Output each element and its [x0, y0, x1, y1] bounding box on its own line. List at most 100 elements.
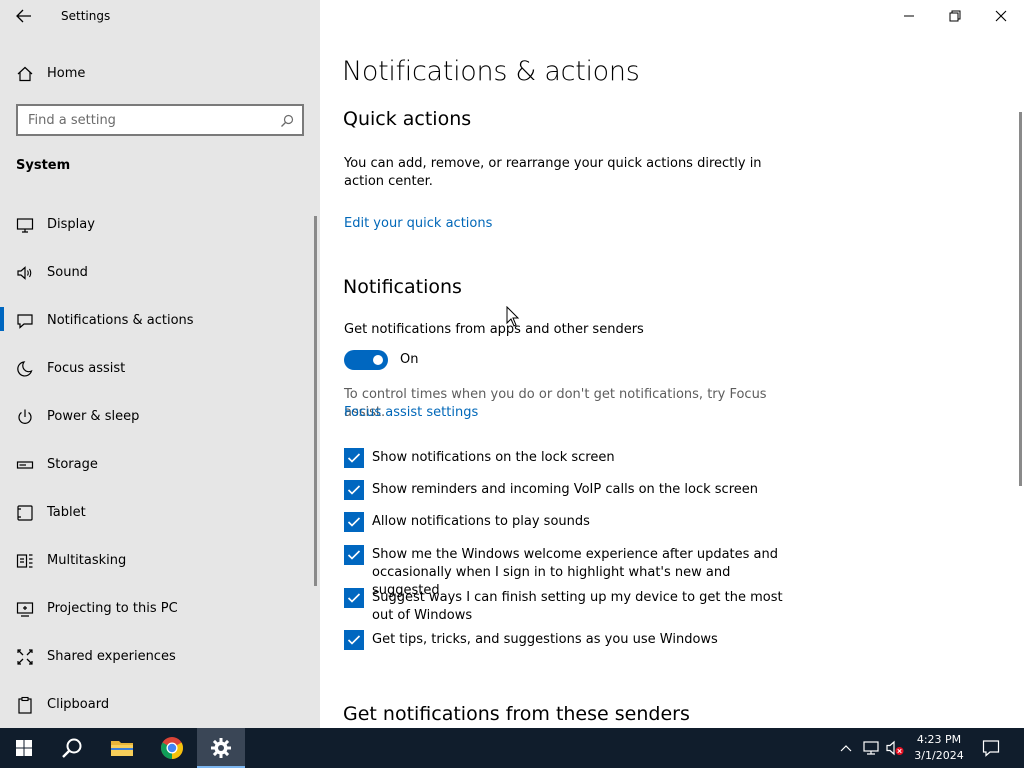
notification-icon [16, 312, 34, 334]
home-label: Home [47, 66, 86, 81]
sidebar: Settings Home Find a setting System Disp… [0, 0, 320, 728]
page-title: Notifications & actions [342, 56, 640, 87]
back-arrow-icon [16, 9, 31, 23]
checkbox-label: Show reminders and incoming VoIP calls o… [372, 482, 758, 497]
tablet-icon [16, 504, 34, 526]
restore-button[interactable] [932, 0, 978, 32]
settings-icon [211, 738, 231, 758]
toggle-state-label: On [400, 352, 419, 367]
action-center-icon [982, 740, 1000, 757]
show-hidden-icons-button[interactable] [836, 728, 856, 768]
home-icon [16, 65, 34, 87]
sidebar-item-clipboard[interactable]: Clipboard [0, 681, 320, 729]
back-button[interactable] [12, 6, 36, 26]
restore-icon [949, 10, 961, 22]
sidebar-item-label: Clipboard [47, 697, 110, 712]
sidebar-item-power[interactable]: Power & sleep [0, 393, 320, 441]
sidebar-item-label: Shared experiences [47, 649, 176, 664]
sidebar-item-label: Tablet [47, 505, 86, 520]
main-content: Notifications & actions Quick actions Yo… [320, 0, 1024, 728]
focus-assist-settings-link[interactable]: Focus assist settings [344, 405, 478, 420]
section-label: System [16, 158, 71, 173]
sidebar-item-storage[interactable]: Storage [0, 441, 320, 489]
notifications-toggle-caption: Get notifications from apps and other se… [344, 322, 644, 337]
taskbar-clock[interactable]: 4:23 PM 3/1/2024 [904, 732, 974, 764]
checkbox-label: Allow notifications to play sounds [372, 514, 590, 529]
close-button[interactable] [978, 0, 1024, 32]
checkbox-lock-screen[interactable] [344, 448, 364, 468]
projecting-icon [16, 600, 34, 622]
checkbox-label: Show notifications on the lock screen [372, 450, 615, 465]
file-explorer-icon [111, 741, 133, 756]
sidebar-item-notifications[interactable]: Notifications & actions [0, 297, 320, 345]
sidebar-item-label: Notifications & actions [47, 313, 194, 328]
main-scrollbar[interactable] [1019, 112, 1022, 486]
sidebar-item-label: Display [47, 217, 95, 232]
notifications-toggle[interactable] [344, 350, 388, 370]
storage-icon [16, 456, 34, 478]
sidebar-item-home[interactable]: Home [0, 58, 320, 90]
monitor-icon [16, 216, 34, 238]
sidebar-item-label: Multitasking [47, 553, 127, 568]
minimize-button[interactable] [886, 0, 932, 32]
edit-quick-actions-link[interactable]: Edit your quick actions [344, 216, 492, 231]
taskbar-search-button[interactable] [48, 728, 96, 768]
notifications-heading: Notifications [343, 276, 462, 298]
search-icon[interactable] [280, 113, 294, 132]
checkbox-reminders-voip[interactable] [344, 480, 364, 500]
multitasking-icon [16, 552, 34, 574]
taskbar: 4:23 PM 3/1/2024 [0, 728, 1024, 768]
volume-button[interactable] [884, 728, 906, 768]
checkbox-label: Suggest ways I can finish setting up my … [372, 590, 783, 623]
clock-date: 3/1/2024 [914, 749, 964, 762]
sidebar-item-projecting[interactable]: Projecting to this PC [0, 585, 320, 633]
sidebar-item-label: Sound [47, 265, 88, 280]
checkbox-play-sounds[interactable] [344, 512, 364, 532]
settings-taskbar-button[interactable] [197, 728, 245, 768]
toggle-knob [373, 355, 383, 365]
action-center-button[interactable] [978, 728, 1004, 768]
file-explorer-button[interactable] [98, 728, 146, 768]
senders-heading: Get notifications from these senders [343, 703, 690, 725]
power-icon [16, 408, 34, 430]
search-icon [62, 738, 82, 758]
checkmark-icon [347, 550, 361, 560]
mouse-cursor-icon [506, 306, 520, 327]
quick-actions-description: You can add, remove, or rearrange your q… [344, 156, 762, 189]
sidebar-item-multitasking[interactable]: Multitasking [0, 537, 320, 585]
volume-muted-icon [886, 740, 904, 756]
clipboard-icon [16, 696, 34, 718]
checkbox-label: Get tips, tricks, and suggestions as you… [372, 632, 718, 647]
sidebar-item-sound[interactable]: Sound [0, 249, 320, 297]
moon-icon [16, 360, 34, 382]
checkbox-suggest-setup[interactable] [344, 588, 364, 608]
checkbox-welcome-experience[interactable] [344, 545, 364, 565]
sidebar-item-label: Storage [47, 457, 98, 472]
checkmark-icon [347, 635, 361, 645]
search-placeholder: Find a setting [28, 113, 116, 128]
sidebar-item-display[interactable]: Display [0, 201, 320, 249]
network-button[interactable] [860, 728, 882, 768]
start-button[interactable] [0, 728, 48, 768]
close-icon [995, 10, 1007, 22]
shared-icon [16, 648, 34, 670]
sidebar-item-shared-experiences[interactable]: Shared experiences [0, 633, 320, 681]
search-input[interactable]: Find a setting [16, 104, 304, 136]
quick-actions-heading: Quick actions [343, 108, 472, 130]
chrome-button[interactable] [148, 728, 196, 768]
sidebar-scrollbar[interactable] [314, 216, 317, 586]
start-icon [16, 740, 32, 756]
speaker-icon [16, 264, 34, 286]
app-title: Settings [61, 9, 111, 23]
sidebar-nav: Display Sound Notifications & actions Fo… [0, 201, 320, 729]
checkbox-tips-tricks[interactable] [344, 630, 364, 650]
checkmark-icon [347, 453, 361, 463]
sidebar-item-label: Power & sleep [47, 409, 140, 424]
network-icon [863, 741, 879, 755]
chevron-up-icon [840, 745, 852, 752]
checkmark-icon [347, 593, 361, 603]
window-controls [886, 0, 1024, 32]
checkmark-icon [347, 517, 361, 527]
sidebar-item-tablet[interactable]: Tablet [0, 489, 320, 537]
sidebar-item-focus-assist[interactable]: Focus assist [0, 345, 320, 393]
